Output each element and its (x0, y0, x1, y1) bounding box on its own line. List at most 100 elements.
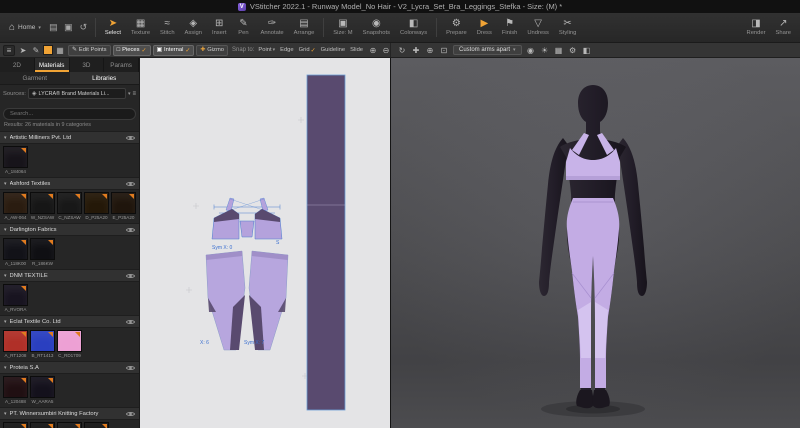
bra-pattern-piece[interactable] (212, 198, 282, 239)
caret-down-icon[interactable]: ▾ (128, 91, 131, 97)
material-swatch[interactable]: B_RT1413 (30, 330, 55, 358)
pen-button[interactable]: ✎Pen (231, 13, 255, 42)
material-swatch[interactable]: C_RD1709 (57, 330, 82, 358)
home-button[interactable]: ⌂ Home ▾ (4, 13, 46, 42)
material-category-header[interactable]: ▾DNM TEXTILE (0, 269, 139, 282)
material-category-header[interactable]: ▾Artistic Milliners Pvt. Ltd (0, 131, 139, 144)
render-button[interactable]: ◨Render (742, 13, 771, 42)
save-button[interactable]: ▣ (61, 13, 76, 42)
avatar-button[interactable]: ◉ (525, 45, 537, 56)
material-swatch[interactable]: R_186KW (30, 238, 55, 266)
colorways-button[interactable]: ◧Colorways (395, 13, 432, 42)
camera-settings-button[interactable]: ⚙ (567, 45, 579, 56)
color-swatch-button[interactable] (43, 45, 53, 55)
tab-3d[interactable]: 3D (70, 58, 105, 72)
collapse-caret-icon[interactable]: ▾ (4, 181, 7, 187)
insert-button[interactable]: ⊞Insert (207, 13, 232, 42)
snap-grid-option[interactable]: Grid✓ (297, 46, 318, 55)
material-swatch[interactable]: A_RT1208 (3, 330, 28, 358)
pose-dropdown[interactable]: Custom arms apart ▾ (453, 45, 522, 55)
material-swatch[interactable] (3, 422, 28, 428)
material-swatch[interactable]: E_P25A20 (111, 192, 136, 220)
2d-view[interactable]: Sym X: 0 S X: 6 Sym X: 7 (140, 58, 390, 428)
dress-button[interactable]: ▶Dress (472, 13, 497, 42)
2d-pattern-canvas[interactable]: Sym X: 0 S X: 6 Sym X: 7 (140, 58, 390, 428)
material-category-header[interactable]: ▾Darlington Fabrics (0, 223, 139, 236)
fit-view-button[interactable]: ⊡ (438, 45, 450, 56)
open-file-button[interactable]: ▤ (46, 13, 61, 42)
visibility-eye-icon[interactable] (126, 318, 135, 325)
tab-2d[interactable]: 2D (0, 58, 35, 72)
3d-canvas[interactable] (391, 58, 800, 428)
texture-button[interactable]: ▦Texture (126, 13, 155, 42)
zoom-out-button[interactable]: ⊖ (380, 45, 390, 56)
styling-button[interactable]: ✂Styling (554, 13, 581, 42)
material-swatch[interactable]: A_120488 (3, 376, 28, 404)
visibility-eye-icon[interactable] (126, 180, 135, 187)
zoom-in-button[interactable]: ⊕ (367, 45, 379, 56)
material-swatch[interactable]: W_NZSAW (30, 192, 55, 220)
select-arrow-button[interactable]: ➤ (17, 45, 29, 56)
material-swatch[interactable]: W_AARA5 (30, 376, 55, 404)
size-button[interactable]: ▣Size: M (328, 13, 357, 42)
material-swatch[interactable]: A_AW-064 (3, 192, 28, 220)
material-swatch[interactable]: A_118K00 (3, 238, 28, 266)
snap-edge-option[interactable]: Edge (278, 46, 296, 55)
waistband-strip-piece[interactable] (307, 75, 345, 410)
undo-button[interactable]: ↺ (76, 13, 91, 42)
material-category-header[interactable]: ▾Ashford Textiles (0, 177, 139, 190)
material-swatch[interactable]: D_P25A20 (84, 192, 109, 220)
collapse-caret-icon[interactable]: ▾ (4, 135, 7, 141)
collapse-caret-icon[interactable]: ▾ (4, 411, 7, 417)
display-mode-button[interactable]: ◧ (581, 45, 593, 56)
stitch-button[interactable]: ≈Stitch (155, 13, 180, 42)
select-button[interactable]: ➤Select (100, 13, 126, 42)
finish-button[interactable]: ⚑Finish (497, 13, 522, 42)
collapse-caret-icon[interactable]: ▾ (4, 227, 7, 233)
collapse-caret-icon[interactable]: ▾ (4, 273, 7, 279)
visibility-eye-icon[interactable] (126, 272, 135, 279)
material-category-header[interactable]: ▾Proteia S.A (0, 361, 139, 374)
zoom-3d-button[interactable]: ⊕ (424, 45, 436, 56)
snapshots-button[interactable]: ◉Snapshots (358, 13, 395, 42)
gizmo-toggle[interactable]: ✚Gizmo (196, 45, 228, 56)
assign-button[interactable]: ◈Assign (180, 13, 207, 42)
material-swatch[interactable]: A_RVORA (3, 284, 28, 312)
snap-slide-option[interactable]: Slide (348, 46, 365, 55)
collapse-caret-icon[interactable]: ▾ (4, 365, 7, 371)
pan-button[interactable]: ✚ (410, 45, 422, 56)
material-category-header[interactable]: ▾Eclat Textile Co. Ltd (0, 315, 139, 328)
material-swatch[interactable]: A_184064 (3, 146, 28, 174)
material-swatch[interactable] (57, 422, 82, 428)
material-swatch[interactable] (30, 422, 55, 428)
pieces-toggle[interactable]: □Pieces✓ (113, 45, 151, 56)
subtab-libraries[interactable]: Libraries (70, 72, 140, 84)
visibility-eye-icon[interactable] (126, 364, 135, 371)
subtab-garment[interactable]: Garment (0, 72, 70, 84)
orbit-button[interactable]: ↻ (396, 45, 408, 56)
leggings-pattern-piece[interactable] (206, 251, 288, 350)
undress-button[interactable]: ▽Undress (522, 13, 554, 42)
material-swatch[interactable]: C_NZSAW (57, 192, 82, 220)
material-swatch[interactable] (84, 422, 109, 428)
share-button[interactable]: ↗Share (771, 13, 796, 42)
pen-tool-button[interactable]: ✎ (30, 45, 42, 56)
search-input[interactable] (3, 108, 136, 120)
visibility-eye-icon[interactable] (126, 226, 135, 233)
snap-guideline-option[interactable]: Guideline (319, 46, 348, 55)
edit-points-toggle[interactable]: ✎Edit Points (68, 45, 111, 56)
3d-view[interactable] (390, 58, 800, 428)
annotate-button[interactable]: ✑Annotate (255, 13, 288, 42)
wireframe-button[interactable]: ▦ (553, 45, 565, 56)
source-list-icon[interactable]: ≡ (132, 91, 136, 97)
visibility-eye-icon[interactable] (126, 134, 135, 141)
texture-fill-button[interactable]: ▦ (54, 45, 66, 56)
snap-point-option[interactable]: Point▾ (256, 46, 277, 55)
material-category-header[interactable]: ▾PT. Winnersumbiri Knitting Factory (0, 407, 139, 420)
light-button[interactable]: ☀ (539, 45, 551, 56)
collapse-caret-icon[interactable]: ▾ (4, 319, 7, 325)
tab-materials[interactable]: Materials (35, 58, 70, 72)
visibility-eye-icon[interactable] (126, 410, 135, 417)
sources-dropdown[interactable]: ◈ LYCRA® Brand Materials Li... (28, 88, 126, 99)
tab-params[interactable]: Params (104, 58, 139, 72)
